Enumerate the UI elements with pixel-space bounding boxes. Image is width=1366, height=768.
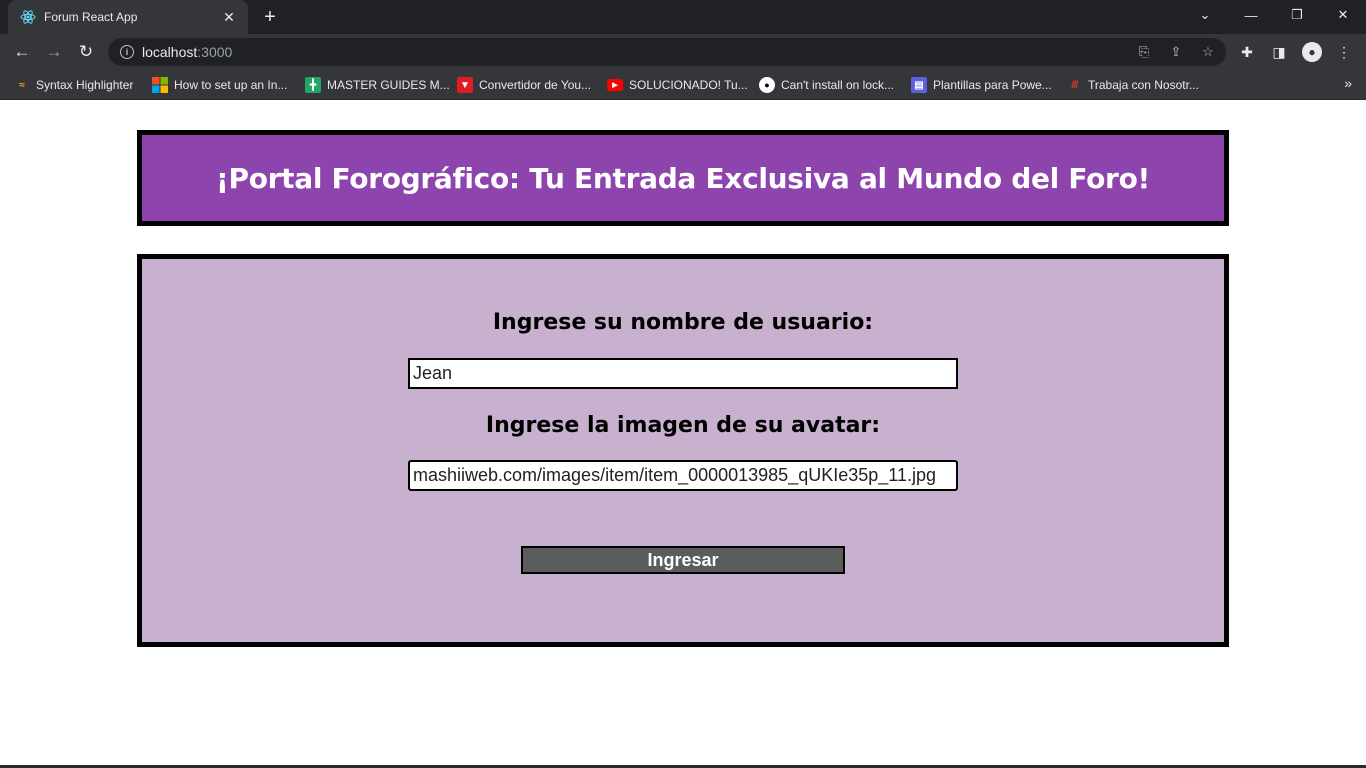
bookmark-star-icon[interactable]: ☆ [1198, 42, 1218, 62]
new-tab-button[interactable]: + [258, 6, 282, 28]
browser-tab-bar: Forum React App ✕ + ⌄ — ❐ ✕ [0, 0, 1366, 34]
url-host: localhost [142, 44, 198, 60]
browser-tab[interactable]: Forum React App ✕ [8, 0, 248, 34]
tab-title: Forum React App [44, 10, 138, 24]
close-tab-icon[interactable]: ✕ [220, 9, 238, 26]
restore-icon[interactable]: ❐ [1274, 0, 1320, 30]
extensions-icon[interactable]: ✚ [1234, 39, 1260, 65]
translate-icon[interactable]: ⎘ [1134, 42, 1154, 62]
login-form: Ingrese su nombre de usuario: Ingrese la… [137, 254, 1229, 647]
page-content: ¡Portal Forográfico: Tu Entrada Exclusiv… [0, 101, 1366, 768]
microsoft-icon [152, 77, 168, 93]
avatar-label: Ingrese la imagen de su avatar: [485, 413, 881, 438]
close-window-icon[interactable]: ✕ [1320, 0, 1366, 30]
bookmark-6[interactable]: ▤ Plantillas para Powe... [911, 75, 1052, 95]
minimize-icon[interactable]: — [1228, 0, 1274, 30]
side-panel-icon[interactable]: ◨ [1266, 39, 1292, 65]
tab-search-icon[interactable]: ⌄ [1182, 0, 1228, 30]
brand-icon: Ⅲ [1070, 79, 1078, 91]
bookmark-label: How to set up an In... [174, 78, 288, 92]
bookmark-7[interactable]: Ⅲ Trabaja con Nosotr... [1066, 75, 1199, 95]
header-banner: ¡Portal Forográfico: Tu Entrada Exclusiv… [137, 130, 1229, 226]
bookmark-1[interactable]: How to set up an In... [152, 75, 287, 95]
username-input[interactable] [408, 358, 958, 389]
download-icon: ▼ [457, 77, 473, 93]
bookmark-label: MASTER GUIDES M... [327, 78, 450, 92]
address-bar[interactable]: i localhost :3000 ⎘ ⇪ ☆ [108, 38, 1226, 66]
more-bookmarks-icon[interactable]: » [1344, 75, 1352, 91]
profile-icon[interactable]: ● [1302, 42, 1322, 62]
bookmark-label: Plantillas para Powe... [933, 78, 1052, 92]
reload-icon[interactable]: ↻ [73, 39, 99, 65]
sheets-icon: ╋ [305, 77, 321, 93]
bookmark-label: Convertidor de You... [479, 78, 592, 92]
bookmark-label: Syntax Highlighter [36, 78, 134, 92]
username-label: Ingrese su nombre de usuario: [492, 310, 874, 335]
share-icon[interactable]: ⇪ [1166, 42, 1186, 62]
forward-icon[interactable]: → [41, 39, 67, 65]
bookmark-label: SOLUCIONADO! Tu... [629, 78, 748, 92]
youtube-icon: ▶ [607, 79, 623, 91]
browser-toolbar: ← → ↻ i localhost :3000 ⎘ ⇪ ☆ ✚ ◨ ● ⋮ [0, 34, 1366, 70]
syntax-highlighter-icon: ≈ [19, 79, 25, 91]
page-title: ¡Portal Forográfico: Tu Entrada Exclusiv… [216, 161, 1150, 195]
github-icon: ● [759, 77, 775, 93]
bookmarks-bar: ≈ Syntax Highlighter How to set up an In… [0, 70, 1366, 100]
info-icon[interactable]: i [120, 45, 134, 59]
bookmark-label: Can't install on lock... [781, 78, 895, 92]
submit-button[interactable]: Ingresar [521, 546, 845, 574]
menu-icon[interactable]: ⋮ [1331, 39, 1357, 65]
back-icon[interactable]: ← [9, 39, 35, 65]
avatar-url-input[interactable] [408, 460, 958, 491]
bookmark-5[interactable]: ● Can't install on lock... [759, 75, 894, 95]
bookmark-0[interactable]: ≈ Syntax Highlighter [14, 75, 133, 95]
react-icon [20, 9, 36, 25]
bookmark-2[interactable]: ╋ MASTER GUIDES M... [305, 75, 450, 95]
url-port: :3000 [197, 44, 233, 60]
slides-icon: ▤ [911, 77, 927, 93]
bookmark-4[interactable]: ▶ SOLUCIONADO! Tu... [607, 75, 748, 95]
bookmark-3[interactable]: ▼ Convertidor de You... [457, 75, 591, 95]
bookmark-label: Trabaja con Nosotr... [1088, 78, 1199, 92]
